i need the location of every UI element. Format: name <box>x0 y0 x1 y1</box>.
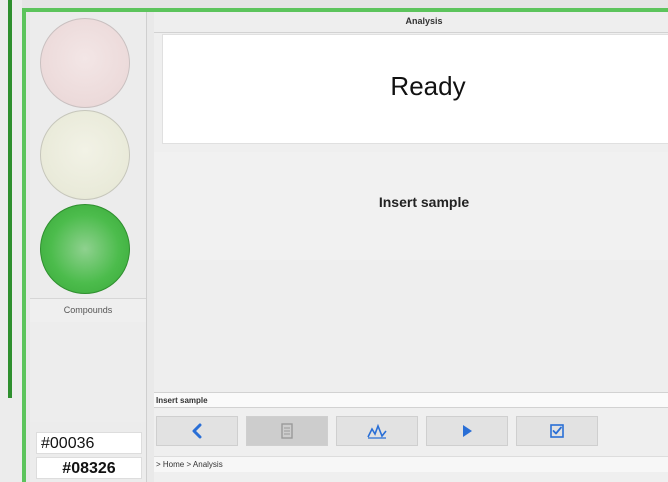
document-button[interactable] <box>246 416 328 446</box>
play-icon <box>463 425 472 437</box>
instruction-area: Insert sample <box>154 152 668 261</box>
checkbox-icon <box>550 424 564 438</box>
code-value-1: #00036 <box>41 435 95 452</box>
back-button[interactable] <box>156 416 238 446</box>
left-empty-area <box>30 322 146 422</box>
left-sliver <box>0 0 22 482</box>
status-bar: Insert sample <box>154 392 668 408</box>
instruction-text: Insert sample <box>378 194 470 210</box>
app-window: Compounds #00036 #08326 Analysis Ready I… <box>0 0 668 482</box>
analysis-panel: Analysis Ready Insert sample Insert samp… <box>154 12 668 482</box>
code-value-2: #08326 <box>62 460 116 477</box>
document-icon <box>281 423 293 439</box>
chart-icon <box>367 423 387 439</box>
content-area <box>154 260 668 392</box>
back-chevron-icon <box>192 423 202 439</box>
chart-button[interactable] <box>336 416 418 446</box>
green-indicator-light <box>40 204 130 294</box>
play-button[interactable] <box>426 416 508 446</box>
confirm-button[interactable] <box>516 416 598 446</box>
indicator-column: Compounds #00036 #08326 <box>30 12 147 482</box>
status-display: Ready <box>162 34 668 144</box>
code-field-2: #08326 <box>36 457 142 479</box>
toolbar <box>154 410 668 448</box>
left-green-stripe <box>8 0 12 398</box>
red-indicator-light <box>40 18 130 108</box>
code-field-1: #00036 <box>36 432 142 454</box>
compounds-button[interactable]: Compounds <box>30 298 146 324</box>
device-frame: Compounds #00036 #08326 Analysis Ready I… <box>22 8 668 482</box>
breadcrumb: > Home > Analysis <box>154 456 668 472</box>
status-message: Ready <box>390 71 466 101</box>
yellow-indicator-light <box>40 110 130 200</box>
panel-title: Analysis <box>154 12 668 33</box>
compounds-label: Compounds <box>63 305 113 315</box>
